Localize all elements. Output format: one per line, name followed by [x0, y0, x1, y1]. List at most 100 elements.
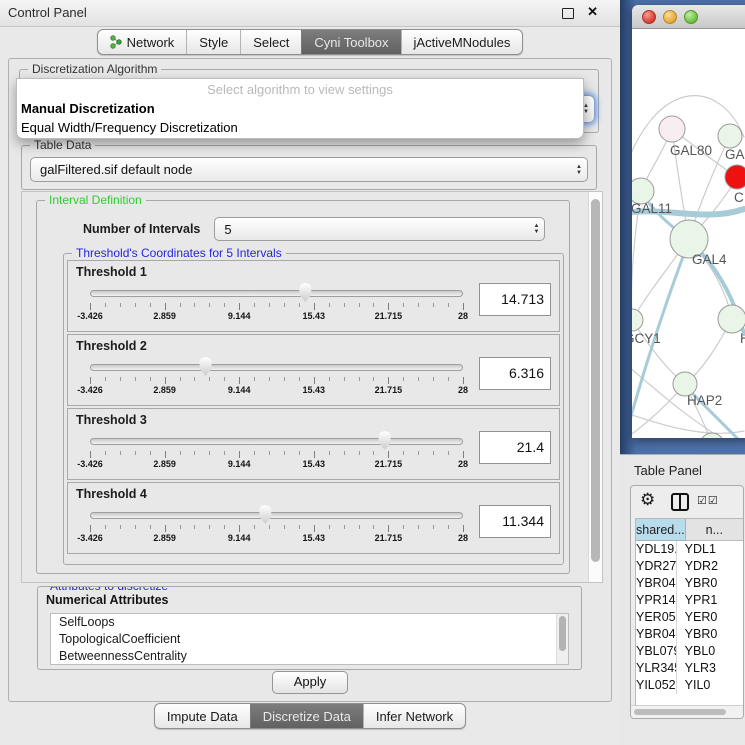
tick-mark [120, 303, 121, 307]
tick-mark [329, 525, 330, 529]
tab-style[interactable]: Style [186, 30, 240, 54]
threshold-value-field[interactable]: 6.316 [479, 357, 551, 390]
tick-mark [284, 525, 285, 529]
cell-shared-name: YBR043C [636, 575, 677, 592]
table-row[interactable]: YBR045CYBR0 [636, 626, 743, 643]
tab-label: jActiveMNodules [414, 35, 511, 50]
node-top-right[interactable] [718, 124, 742, 148]
threshold-value-field[interactable]: 21.4 [479, 431, 551, 464]
dropdown-option-equal-width-frequency[interactable]: Equal Width/Frequency Discretization [17, 118, 583, 137]
tick-mark [373, 451, 374, 455]
tab-network[interactable]: Network [98, 30, 187, 54]
number-of-intervals-value: 5 [224, 222, 231, 237]
table-row[interactable]: YBR043CYBR0 [636, 575, 743, 592]
threshold-value-field[interactable]: 11.344 [479, 505, 551, 538]
slider-handle[interactable] [198, 357, 213, 376]
table-row[interactable]: YBL079WYBL0 [636, 643, 743, 660]
table-row[interactable]: YIL052CYIL0 [636, 677, 743, 694]
slider-handle[interactable] [377, 431, 392, 450]
tick-mark [105, 525, 106, 529]
algorithm-dropdown-popup: Select algorithm to view settings Manual… [16, 78, 584, 139]
tab-discretize-data[interactable]: Discretize Data [250, 704, 363, 728]
tab-jactivemnodules[interactable]: jActiveMNodules [401, 30, 523, 54]
column-header-name[interactable]: n... [686, 519, 743, 541]
tab-cyni-toolbox[interactable]: Cyni Toolbox [301, 30, 400, 54]
node-gcy1[interactable] [632, 309, 643, 331]
tick-mark [388, 303, 389, 310]
tick-label: 21.715 [375, 385, 403, 395]
attribute-list-item[interactable]: TopologicalCoefficient [51, 631, 568, 648]
scrollbar-thumb[interactable] [591, 199, 600, 562]
threshold-panel: Threshold 1 -3.4262.8599.14415.4321.71528… [67, 260, 560, 332]
vertical-scrollbar[interactable] [588, 192, 602, 582]
tick-mark [150, 377, 151, 381]
table-data-value: galFiltered.sif default node [40, 162, 192, 177]
tick-mark [344, 525, 345, 529]
tick-label: 28 [458, 311, 468, 321]
tick-mark [299, 303, 300, 307]
threshold-row: -3.4262.8599.14415.4321.71528 21.4 [76, 429, 551, 471]
attribute-list-item[interactable]: SelfLoops [51, 614, 568, 631]
table-data-group: Table Data galFiltered.sif default node … [21, 145, 597, 190]
threshold-slider[interactable]: -3.4262.8599.14415.4321.71528 [86, 355, 467, 397]
tab-label: Network [127, 35, 175, 50]
list-scrollbar[interactable] [556, 614, 568, 664]
tick-mark [344, 377, 345, 381]
tab-impute-data[interactable]: Impute Data [155, 704, 250, 728]
tick-mark [299, 451, 300, 455]
tick-label: 15.43 [303, 459, 326, 469]
tick-mark [463, 303, 464, 310]
tick-mark [180, 377, 181, 381]
float-window-icon[interactable] [562, 8, 574, 19]
tab-infer-network[interactable]: Infer Network [363, 704, 465, 728]
tick-mark [150, 525, 151, 529]
column-header-shared-name[interactable]: shared... [636, 519, 686, 541]
gear-icon[interactable]: ⚙ [640, 490, 655, 510]
scrollbar-thumb[interactable] [559, 616, 566, 651]
dropdown-placeholder-option[interactable]: Select algorithm to view settings [17, 79, 583, 99]
tick-mark [329, 303, 330, 307]
table-row[interactable]: YER054CYER0 [636, 609, 743, 626]
threshold-value-field[interactable]: 14.713 [479, 283, 551, 316]
slider-ticks [90, 525, 463, 533]
number-of-intervals-combobox[interactable]: 5 ▲▼ [214, 217, 545, 241]
threshold-row: -3.4262.8599.14415.4321.71528 14.713 [76, 281, 551, 323]
apply-button[interactable]: Apply [272, 671, 348, 694]
tick-mark [239, 303, 240, 310]
dropdown-option-manual-discretization[interactable]: Manual Discretization [17, 99, 583, 118]
node-gal80[interactable] [659, 116, 685, 142]
network-canvas[interactable]: GAL80GACGAL11GAL4GCY1HHAP2 [632, 29, 745, 438]
threshold-slider[interactable]: -3.4262.8599.14415.4321.71528 [86, 429, 467, 471]
table-data-combobox[interactable]: galFiltered.sif default node ▲▼ [30, 157, 588, 182]
cell-name: YDL1 [677, 541, 743, 558]
tick-mark [269, 525, 270, 529]
threshold-slider[interactable]: -3.4262.8599.14415.4321.71528 [86, 281, 467, 323]
column-layout-icon[interactable] [671, 493, 689, 511]
close-icon[interactable]: ✕ [587, 4, 598, 20]
attribute-list-item[interactable]: BetweennessCentrality [51, 648, 568, 665]
scrollbar-thumb[interactable] [634, 709, 726, 715]
zoom-traffic-light-icon[interactable] [684, 10, 698, 24]
threshold-slider[interactable]: -3.4262.8599.14415.4321.71528 [86, 503, 467, 545]
minimize-traffic-light-icon[interactable] [663, 10, 677, 24]
node-red[interactable] [725, 165, 745, 189]
cell-shared-name: YER054C [636, 609, 677, 626]
close-traffic-light-icon[interactable] [642, 10, 656, 24]
slider-handle[interactable] [258, 505, 273, 524]
table-row[interactable]: YPR145WYPR1 [636, 592, 743, 609]
node-h[interactable] [718, 305, 745, 333]
table-row[interactable]: YLR345WYLR3 [636, 660, 743, 677]
numerical-attributes-list[interactable]: SelfLoopsTopologicalCoefficientBetweenne… [50, 613, 569, 665]
cell-shared-name: YDR27... [636, 558, 677, 575]
tick-label: 9.144 [228, 533, 251, 543]
slider-track [90, 290, 463, 297]
checkbox-icons[interactable]: ☑☑ [697, 494, 719, 507]
table-row[interactable]: YDR27...YDR2 [636, 558, 743, 575]
threshold-label: Threshold 1 [76, 265, 551, 279]
cell-name: YBR0 [677, 626, 743, 643]
horizontal-scrollbar[interactable] [631, 705, 743, 718]
cell-shared-name: YIL052C [636, 677, 677, 694]
slider-handle[interactable] [298, 283, 313, 302]
tab-select[interactable]: Select [240, 30, 301, 54]
table-row[interactable]: YDL19...YDL1 [636, 541, 743, 558]
